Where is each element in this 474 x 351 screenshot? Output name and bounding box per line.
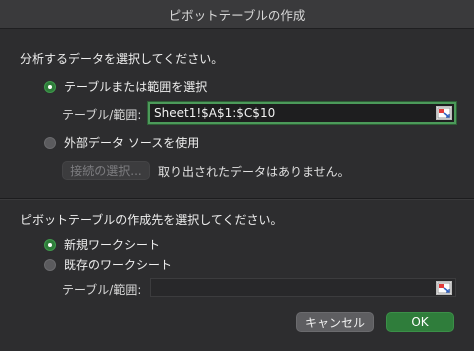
cancel-button[interactable]: キャンセル [296, 312, 374, 332]
choose-connection-button[interactable]: 接続の選択... [62, 161, 150, 180]
collapse-dialog-icon[interactable] [436, 281, 452, 295]
radio-new-sheet[interactable]: 新規ワークシート [44, 236, 160, 253]
radio-external-source-label: 外部データ ソースを使用 [64, 136, 200, 150]
radio-button-selected[interactable] [44, 238, 56, 251]
no-data-message: 取り出されたデータはありません。 [158, 165, 350, 179]
collapse-dialog-icon[interactable] [436, 106, 452, 120]
data-source-heading: 分析するデータを選択してください。 [20, 52, 224, 66]
radio-button[interactable] [44, 136, 56, 149]
radio-existing-sheet-label: 既存のワークシート [64, 258, 173, 272]
radio-table-range-label: テーブルまたは範囲を選択 [64, 80, 208, 94]
source-range-label: テーブル/範囲: [62, 108, 142, 122]
destination-range-label: テーブル/範囲: [62, 283, 142, 297]
radio-button[interactable] [44, 258, 56, 271]
source-range-value: Sheet1!$A$1:$C$10 [154, 106, 276, 120]
radio-existing-sheet[interactable]: 既存のワークシート [44, 256, 172, 273]
radio-new-sheet-label: 新規ワークシート [64, 238, 161, 252]
radio-table-range[interactable]: テーブルまたは範囲を選択 [44, 78, 207, 95]
window-title: ピボットテーブルの作成 [168, 7, 306, 23]
window-titlebar: ピボットテーブルの作成 [0, 0, 474, 29]
source-range-input[interactable]: Sheet1!$A$1:$C$10 [148, 102, 456, 124]
destination-heading: ピボットテーブルの作成先を選択してください。 [20, 213, 283, 227]
ok-button[interactable]: OK [386, 312, 454, 332]
section-divider [0, 198, 474, 200]
destination-range-input[interactable] [150, 278, 456, 297]
radio-external-source[interactable]: 外部データ ソースを使用 [44, 134, 199, 151]
radio-button-selected[interactable] [44, 80, 56, 93]
